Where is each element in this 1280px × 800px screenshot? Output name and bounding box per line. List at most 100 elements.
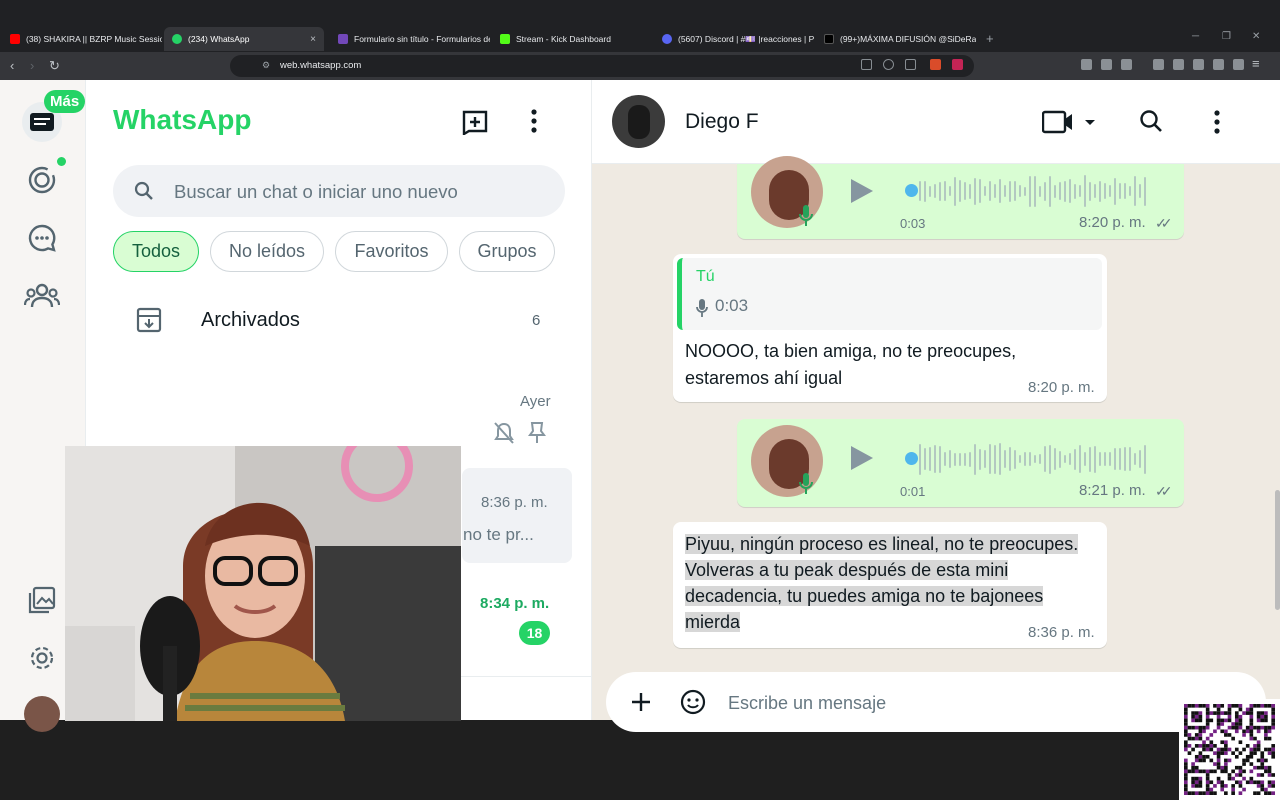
share-icon[interactable] [905,59,916,70]
qr-module [1227,718,1232,723]
new-chat-button[interactable] [460,109,490,140]
chat-menu-button[interactable] [1213,110,1221,139]
waveform-bar [1024,452,1026,466]
play-icon[interactable] [851,179,873,203]
media-nav-button[interactable] [22,580,62,620]
qr-module [1227,747,1232,752]
chat-header[interactable]: Diego F [592,80,1280,164]
message-input[interactable]: Escribe un mensaje [606,672,1266,732]
browser-tab-whatsapp[interactable]: (234) WhatsApp × [164,27,324,51]
qr-module [1216,747,1221,752]
waveform-bar [939,445,941,473]
filter-no-leidos[interactable]: No leídos [210,231,324,272]
qr-module [1242,787,1246,792]
video-call-button[interactable] [1041,110,1100,139]
search-chat-button[interactable] [1139,109,1163,138]
close-tab-icon[interactable]: × [310,34,316,45]
sidebar-toggle-icon[interactable] [1173,59,1184,70]
qr-module [1238,718,1243,723]
browser-tab-youtube[interactable]: (38) SHAKIRA || BZRP Music Sessions [2,29,162,49]
text-message-incoming[interactable]: Piyuu, ningún proceso es lineal, no te p… [673,522,1107,648]
waveform-bar [1064,455,1066,463]
filter-favoritos[interactable]: Favoritos [335,231,448,272]
screenshot-icon[interactable] [861,59,872,70]
qr-module [1260,780,1265,785]
mas-badge: Más [44,90,86,113]
reload-icon[interactable]: ↻ [49,58,60,74]
waveform-bar [964,182,966,200]
zoom-icon[interactable] [883,59,894,70]
new-tab-button[interactable]: + [986,31,994,46]
media-icon[interactable] [1153,59,1164,70]
brave-shield-icon[interactable] [930,59,941,70]
waveform-bar [1109,452,1111,466]
chat-row-time: 8:36 p. m. [481,494,548,511]
extension-3-icon[interactable] [1121,59,1132,70]
leo-icon[interactable] [1213,59,1224,70]
attach-plus-icon[interactable] [631,692,651,712]
waveform-bar [1039,454,1041,464]
settings-nav-button[interactable] [22,638,62,678]
contact-avatar[interactable] [612,95,665,148]
qr-module [1209,787,1214,792]
filter-grupos[interactable]: Grupos [459,231,555,272]
emoji-icon[interactable] [680,689,706,715]
qr-module [1271,744,1275,748]
back-icon[interactable]: ‹ [10,58,14,73]
status-nav-button[interactable] [22,160,62,200]
vpn-icon[interactable] [1233,59,1244,70]
browser-tab-forms[interactable]: Formulario sin título - Formularios de [330,29,490,49]
qr-module [1205,704,1210,708]
browser-tab-tiktok[interactable]: (99+)MÁXIMA DIFUSIÓN @SiDeRal [816,29,976,49]
extension-1-icon[interactable] [1081,59,1092,70]
chat-scrollbar[interactable] [1275,490,1280,610]
waveform-bar [984,186,986,196]
maximize-icon[interactable]: ❐ [1222,31,1231,42]
qr-module [1242,769,1246,774]
playback-knob[interactable] [905,452,918,465]
qr-module [1184,758,1188,763]
qr-module [1249,722,1254,726]
waveform-bar [954,452,956,466]
qr-module [1238,784,1243,788]
chat-row-selected[interactable] [462,468,572,563]
list-menu-button[interactable] [530,109,538,138]
waveform-bar [1144,176,1146,206]
qr-module [1205,722,1210,726]
search-input[interactable]: Buscar un chat o iniciar uno nuevo [113,165,565,217]
qr-module [1198,711,1203,715]
browser-tab-discord[interactable]: (5607) Discord | #💷 |reacciones | PH [654,29,814,49]
browser-tab-kick[interactable]: Stream - Kick Dashboard [492,29,652,49]
voice-message-outgoing[interactable]: 0:03 8:20 p. m. ✓✓ [737,156,1184,239]
qr-module [1260,714,1265,719]
window-close-icon[interactable]: ✕ [1252,31,1260,42]
brave-rewards-icon[interactable] [952,59,963,70]
waveform[interactable] [919,174,1146,208]
text-message-incoming[interactable]: Tú 0:03 NOOOO, ta bien amiga, no te preo… [673,254,1107,402]
filter-todos[interactable]: Todos [113,231,199,272]
qr-module [1198,729,1203,734]
play-icon[interactable] [851,446,873,470]
qr-code-overlay [1179,699,1280,800]
playback-knob[interactable] [905,184,918,197]
qr-module [1220,747,1225,752]
quoted-message[interactable]: Tú 0:03 [677,258,1102,330]
forward-icon[interactable]: › [30,58,34,73]
channels-nav-button[interactable] [22,218,62,258]
qr-module [1267,725,1272,730]
qr-module [1271,714,1275,719]
archived-row[interactable] [86,290,592,350]
minimize-icon[interactable]: ─ [1192,31,1199,42]
waveform-bar [1029,175,1031,207]
site-info-icon[interactable]: ⚙ [262,60,270,71]
qr-module [1198,736,1203,741]
qr-module [1267,784,1272,788]
communities-nav-button[interactable] [22,276,62,316]
qr-module [1198,758,1203,763]
waveform[interactable] [919,442,1146,476]
profile-avatar[interactable] [24,696,60,732]
browser-menu-icon[interactable]: ≡ [1252,56,1260,71]
wallet-icon[interactable] [1193,59,1204,70]
extension-2-icon[interactable] [1101,59,1112,70]
voice-message-outgoing[interactable]: 0:01 8:21 p. m. ✓✓ [737,419,1184,507]
